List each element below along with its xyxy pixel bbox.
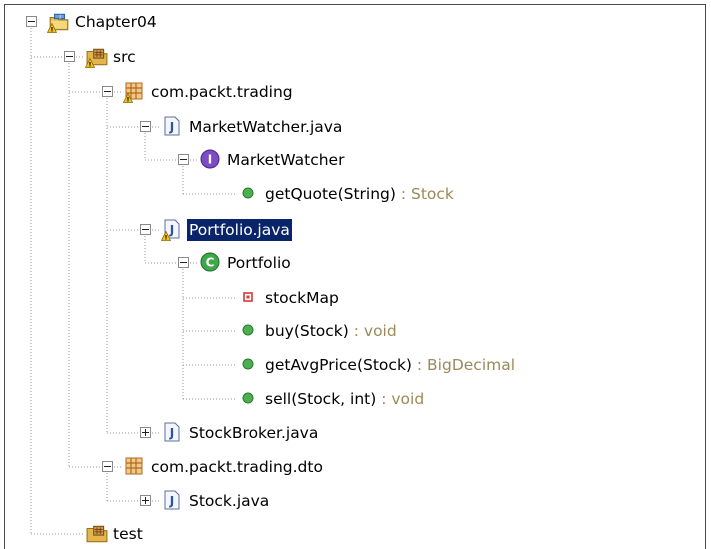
tree-node-label[interactable]: src bbox=[111, 46, 138, 68]
return-type: : BigDecimal bbox=[411, 356, 516, 374]
node-name: MarketWatcher bbox=[227, 151, 345, 169]
svg-text:I: I bbox=[208, 153, 212, 167]
collapse-toggle[interactable] bbox=[178, 154, 189, 165]
tree-node-label[interactable]: MarketWatcher.java bbox=[187, 116, 344, 138]
node-name: Portfolio.java bbox=[189, 221, 290, 239]
tree-node-label[interactable]: MarketWatcher bbox=[225, 149, 346, 171]
return-type: : void bbox=[348, 322, 397, 340]
tree-node-stockmap[interactable]: stockMap bbox=[5, 283, 695, 313]
tree-node-src[interactable]: ! src bbox=[5, 42, 695, 72]
tree-node-label[interactable]: test bbox=[111, 523, 145, 545]
node-name: stockMap bbox=[265, 289, 339, 307]
node-name: sell(Stock, int) bbox=[265, 390, 377, 408]
svg-text:J: J bbox=[169, 426, 174, 440]
expand-toggle[interactable] bbox=[140, 495, 151, 506]
tree-node-portfolio-class[interactable]: C Portfolio bbox=[5, 248, 695, 278]
node-name: test bbox=[113, 525, 143, 543]
java-file-icon: J bbox=[162, 490, 182, 510]
tree-node-label[interactable]: Portfolio bbox=[225, 252, 293, 274]
tree-node-label[interactable]: getAvgPrice(Stock) : BigDecimal bbox=[263, 354, 517, 376]
tree-node-label[interactable]: getQuote(String) : Stock bbox=[263, 183, 456, 205]
collapse-toggle[interactable] bbox=[140, 224, 151, 235]
tree-node-label[interactable]: Stock.java bbox=[187, 490, 271, 512]
node-name: com.packt.trading bbox=[151, 83, 293, 101]
svg-text:!: ! bbox=[89, 61, 92, 68]
warning-overlay-icon: ! bbox=[123, 91, 133, 103]
public-method-icon bbox=[238, 320, 258, 340]
return-type: : Stock bbox=[395, 185, 454, 203]
tree-node-marketwatcher-iface[interactable]: I MarketWatcher bbox=[5, 145, 695, 175]
tree-node-getquote[interactable]: getQuote(String) : Stock bbox=[5, 179, 695, 209]
svg-text:!: ! bbox=[51, 26, 54, 33]
collapse-toggle[interactable] bbox=[178, 257, 189, 268]
warning-overlay-icon: ! bbox=[161, 229, 171, 241]
node-name: StockBroker.java bbox=[189, 424, 319, 442]
java-file-icon: J bbox=[162, 422, 182, 442]
collapse-toggle[interactable] bbox=[26, 16, 37, 27]
tree-node-label[interactable]: sell(Stock, int) : void bbox=[263, 388, 426, 410]
svg-text:!: ! bbox=[127, 96, 130, 103]
tree-node-label[interactable]: StockBroker.java bbox=[187, 422, 320, 444]
node-name: getQuote(String) bbox=[265, 185, 396, 203]
tree-node-portfolio-java[interactable]: J ! Portfolio.java bbox=[5, 215, 695, 245]
package-explorer-tree[interactable]: J ! Chapter04 ! src ! com.packt.trading J Ma… bbox=[4, 4, 706, 549]
node-name: Chapter04 bbox=[75, 13, 157, 31]
expand-toggle[interactable] bbox=[140, 427, 151, 438]
public-method-icon bbox=[238, 183, 258, 203]
tree-node-label[interactable]: Portfolio.java bbox=[187, 219, 292, 241]
node-name: src bbox=[113, 48, 136, 66]
warning-overlay-icon: ! bbox=[47, 21, 57, 33]
package-icon bbox=[124, 456, 144, 476]
tree-node-label[interactable]: com.packt.trading bbox=[149, 81, 295, 103]
svg-text:C: C bbox=[206, 256, 215, 270]
collapse-toggle[interactable] bbox=[140, 121, 151, 132]
node-name: getAvgPrice(Stock) bbox=[265, 356, 412, 374]
svg-text:J: J bbox=[169, 120, 174, 134]
tree-node-getavgprice[interactable]: getAvgPrice(Stock) : BigDecimal bbox=[5, 350, 695, 380]
collapse-toggle[interactable] bbox=[102, 86, 113, 97]
source-folder-icon: ! bbox=[85, 46, 108, 68]
tree-node-test[interactable]: test bbox=[5, 519, 695, 549]
public-method-icon bbox=[238, 354, 258, 374]
svg-text:J: J bbox=[169, 494, 174, 508]
tree-node-sell[interactable]: sell(Stock, int) : void bbox=[5, 384, 695, 414]
tree-node-pkg-trading[interactable]: ! com.packt.trading bbox=[5, 77, 695, 107]
tree-node-stockbroker-java[interactable]: J StockBroker.java bbox=[5, 418, 695, 448]
project-icon: J ! bbox=[47, 11, 69, 33]
tree-node-label[interactable]: buy(Stock) : void bbox=[263, 320, 399, 342]
public-method-icon bbox=[238, 388, 258, 408]
tree-node-pkg-dto[interactable]: com.packt.trading.dto bbox=[5, 452, 695, 482]
collapse-toggle[interactable] bbox=[64, 51, 75, 62]
tree-node-marketwatcher-java[interactable]: J MarketWatcher.java bbox=[5, 112, 695, 142]
java-file-icon: J bbox=[162, 116, 182, 136]
svg-text:!: ! bbox=[165, 234, 168, 241]
tree-node-chapter04[interactable]: J ! Chapter04 bbox=[5, 7, 695, 37]
node-name: Stock.java bbox=[189, 492, 270, 510]
node-name: Portfolio bbox=[227, 254, 291, 272]
svg-text:J: J bbox=[58, 14, 60, 20]
collapse-toggle[interactable] bbox=[102, 461, 113, 472]
java-file-icon: J ! bbox=[161, 219, 182, 241]
node-name: com.packt.trading.dto bbox=[151, 458, 323, 476]
package-icon: ! bbox=[123, 81, 144, 103]
tree-node-label[interactable]: com.packt.trading.dto bbox=[149, 456, 325, 478]
tree-node-label[interactable]: Chapter04 bbox=[73, 11, 159, 33]
node-name: MarketWatcher.java bbox=[189, 118, 343, 136]
return-type: : void bbox=[376, 390, 425, 408]
tree-node-label[interactable]: stockMap bbox=[263, 287, 341, 309]
class-icon: C bbox=[200, 252, 220, 272]
node-name: buy(Stock) bbox=[265, 322, 349, 340]
private-field-icon bbox=[238, 287, 258, 307]
tree-node-stock-java[interactable]: J Stock.java bbox=[5, 486, 695, 516]
source-folder-icon bbox=[86, 523, 108, 543]
warning-overlay-icon: ! bbox=[85, 56, 95, 68]
interface-icon: I bbox=[200, 149, 220, 169]
tree-node-buy[interactable]: buy(Stock) : void bbox=[5, 316, 695, 346]
